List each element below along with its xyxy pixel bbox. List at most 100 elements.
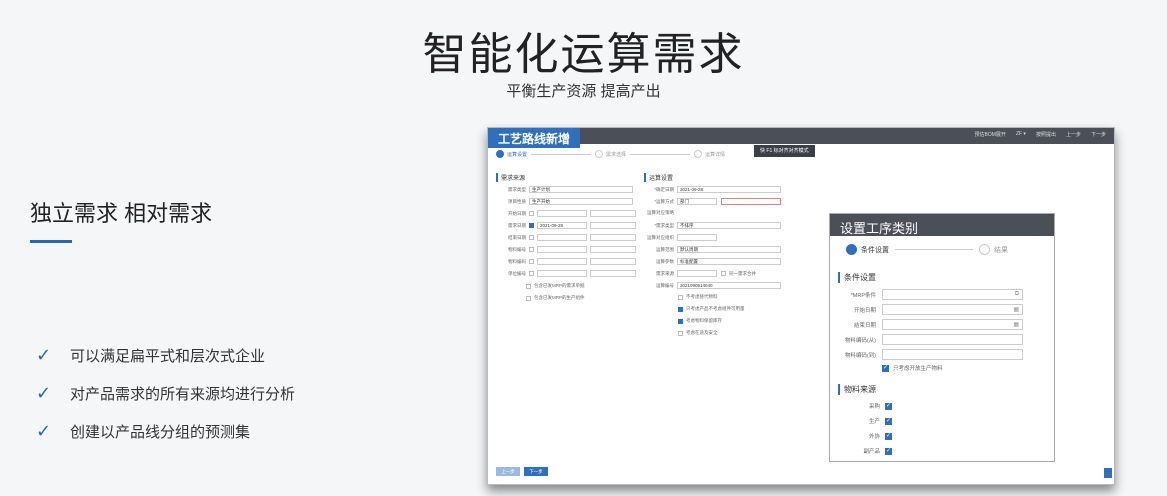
- next-step-button[interactable]: 下一步: [1091, 131, 1106, 138]
- form-row: *MRP条件 ⧉: [838, 289, 1023, 300]
- prev-button[interactable]: 上一步: [496, 467, 520, 476]
- feature-text: 对产品需求的所有来源均进行分析: [70, 385, 296, 403]
- checkbox[interactable]: [529, 271, 534, 276]
- org-input[interactable]: [677, 234, 717, 241]
- form-row: 物料编码(到): [838, 349, 1023, 360]
- check-row: 包含已发MRP的生产组件: [526, 295, 585, 301]
- checkbox[interactable]: [526, 283, 531, 289]
- form-row: *需求类型 不排序: [644, 222, 781, 229]
- material-code-input-to[interactable]: [590, 258, 636, 265]
- checkbox[interactable]: [678, 318, 683, 324]
- checkbox[interactable]: [721, 271, 726, 276]
- confirm-date-input[interactable]: 2021-09-28: [677, 186, 781, 193]
- form-row: *确定日期 2021-09-28: [644, 186, 781, 193]
- form-row: 项目性质 生产开始: [496, 198, 633, 205]
- form-row: 开始日期 ▦: [838, 304, 1023, 315]
- start-date-input[interactable]: [537, 210, 587, 217]
- checkbox[interactable]: [678, 306, 683, 312]
- checkbox[interactable]: [529, 259, 534, 264]
- unit-no-input-to[interactable]: [590, 270, 636, 277]
- calc-mode-input[interactable]: [721, 198, 781, 205]
- step-label[interactable]: 需求选择: [606, 151, 626, 158]
- field-label: 项目性质: [508, 198, 526, 204]
- mrp-condition-input[interactable]: ⧉: [882, 289, 1023, 300]
- zf-dropdown[interactable]: ZF ▾: [1016, 131, 1026, 138]
- checkbox[interactable]: [529, 247, 534, 252]
- calc-params-select[interactable]: 标准配置: [677, 258, 781, 265]
- start-date-input-to[interactable]: [590, 210, 636, 217]
- form-row: 运算对应组织: [644, 234, 717, 241]
- demand-source-select[interactable]: [677, 270, 717, 277]
- prev-step-button[interactable]: 上一步: [1066, 131, 1081, 138]
- feature-text: 可以满足扁平式和层次式企业: [70, 347, 266, 365]
- checkbox-checked[interactable]: ✓: [882, 364, 889, 372]
- material-to-field[interactable]: [882, 349, 1023, 360]
- form-row: 需求日期 2021-09-28: [496, 222, 636, 229]
- material-from-field[interactable]: [882, 334, 1023, 345]
- check-row: 包含已发MRP的需求单据: [526, 283, 585, 289]
- page: 智能化运算需求 平衡生产资源 提高产出 独立需求 相对需求 ✓ 可以满足扁平式和层…: [0, 0, 1167, 496]
- project-type-select[interactable]: 生产开始: [529, 198, 633, 205]
- calc-number-input[interactable]: 2021090514040: [677, 282, 781, 289]
- feature-text: 创建以产品线分组的预测集: [70, 423, 251, 441]
- field-label: 需求来源: [656, 270, 674, 276]
- form-row: 需求类型 生产计划: [496, 186, 633, 193]
- demand-type-select[interactable]: 生产计划: [529, 186, 633, 193]
- material-no-input[interactable]: [537, 246, 587, 253]
- demand-date-input-to[interactable]: [590, 222, 636, 229]
- step-label[interactable]: 运算详情: [705, 151, 725, 158]
- unit-no-input[interactable]: [537, 270, 587, 277]
- checkbox[interactable]: [526, 295, 531, 301]
- calc-range-select[interactable]: 默认周期: [677, 246, 781, 253]
- start-date-field[interactable]: ▦: [882, 304, 1023, 315]
- checkbox[interactable]: [678, 294, 683, 300]
- checkbox-checked[interactable]: ✓: [885, 417, 892, 425]
- field-label: 开始日期: [853, 307, 876, 314]
- checkbox-checked[interactable]: ✓: [885, 402, 892, 410]
- feature-list: ✓ 可以满足扁平式和层次式企业 ✓ 对产品需求的所有来源均进行分析 ✓ 创建以产品线分…: [36, 336, 295, 450]
- checkbox[interactable]: [529, 235, 534, 240]
- material-no-input-to[interactable]: [590, 246, 636, 253]
- field-label: *运算方式: [654, 198, 674, 204]
- submit-button[interactable]: 按照提出: [1036, 131, 1056, 138]
- checkbox-checked[interactable]: ✓: [885, 447, 892, 455]
- checkbox[interactable]: [529, 223, 534, 228]
- step-label[interactable]: 结果: [994, 245, 1008, 255]
- check-label: 只考虑产品不考虑组件可用量: [686, 306, 745, 311]
- field-label: *MRP条件: [850, 292, 876, 299]
- calendar-icon[interactable]: ▦: [1013, 321, 1019, 328]
- side-action-button[interactable]: [1104, 468, 1112, 478]
- copy-icon[interactable]: ⧉: [1015, 291, 1019, 298]
- form-row: 运算编号 2021090514040: [644, 282, 781, 289]
- field-label: 物料编码(到): [844, 352, 876, 359]
- form-row: 物料编码: [496, 258, 636, 265]
- modal-dialog: 设置工序类别 条件设置 结果 条件设置 *MRP条件 ⧉ 开始日期 ▦ 结束日期 ▦ …: [829, 213, 1055, 462]
- calc-mode-select[interactable]: 部门: [677, 198, 717, 205]
- check-icon: ✓: [36, 382, 52, 403]
- check-row: 只考虑产品不考虑组件可用量: [678, 306, 745, 312]
- field-label: 运算参数: [656, 258, 674, 264]
- end-date-field[interactable]: ▦: [882, 319, 1023, 330]
- material-code-input[interactable]: [537, 258, 587, 265]
- checkbox[interactable]: [529, 211, 534, 216]
- end-date-input-to[interactable]: [590, 234, 636, 241]
- section-demand-source: 需求来源: [496, 173, 525, 182]
- end-date-input[interactable]: [537, 234, 587, 241]
- step-label[interactable]: 运算设置: [507, 151, 527, 158]
- source-label: 副产品: [863, 449, 880, 455]
- field-label: 运算对应策略: [647, 210, 674, 215]
- step-dot: [595, 150, 604, 158]
- mode-popup[interactable]: 快 F1 标对齐对齐模式: [754, 145, 815, 157]
- calendar-icon[interactable]: ▦: [1013, 306, 1019, 313]
- demand-date-input[interactable]: 2021-09-28: [537, 222, 587, 229]
- demand-type-select-2[interactable]: 不排序: [677, 222, 781, 229]
- next-button[interactable]: 下一步: [524, 467, 548, 476]
- field-label: 物料编码(从): [844, 337, 876, 344]
- source-row: 外协 ✓: [840, 432, 892, 440]
- checkbox[interactable]: [678, 330, 683, 336]
- checkbox-checked[interactable]: ✓: [885, 432, 892, 440]
- form-row: 结束日期: [496, 234, 636, 241]
- bom-expand-button[interactable]: 预估BOM展开: [975, 131, 1006, 138]
- step-label[interactable]: 条件设置: [861, 245, 889, 255]
- hero-subtitle: 平衡生产资源 提高产出: [506, 83, 661, 100]
